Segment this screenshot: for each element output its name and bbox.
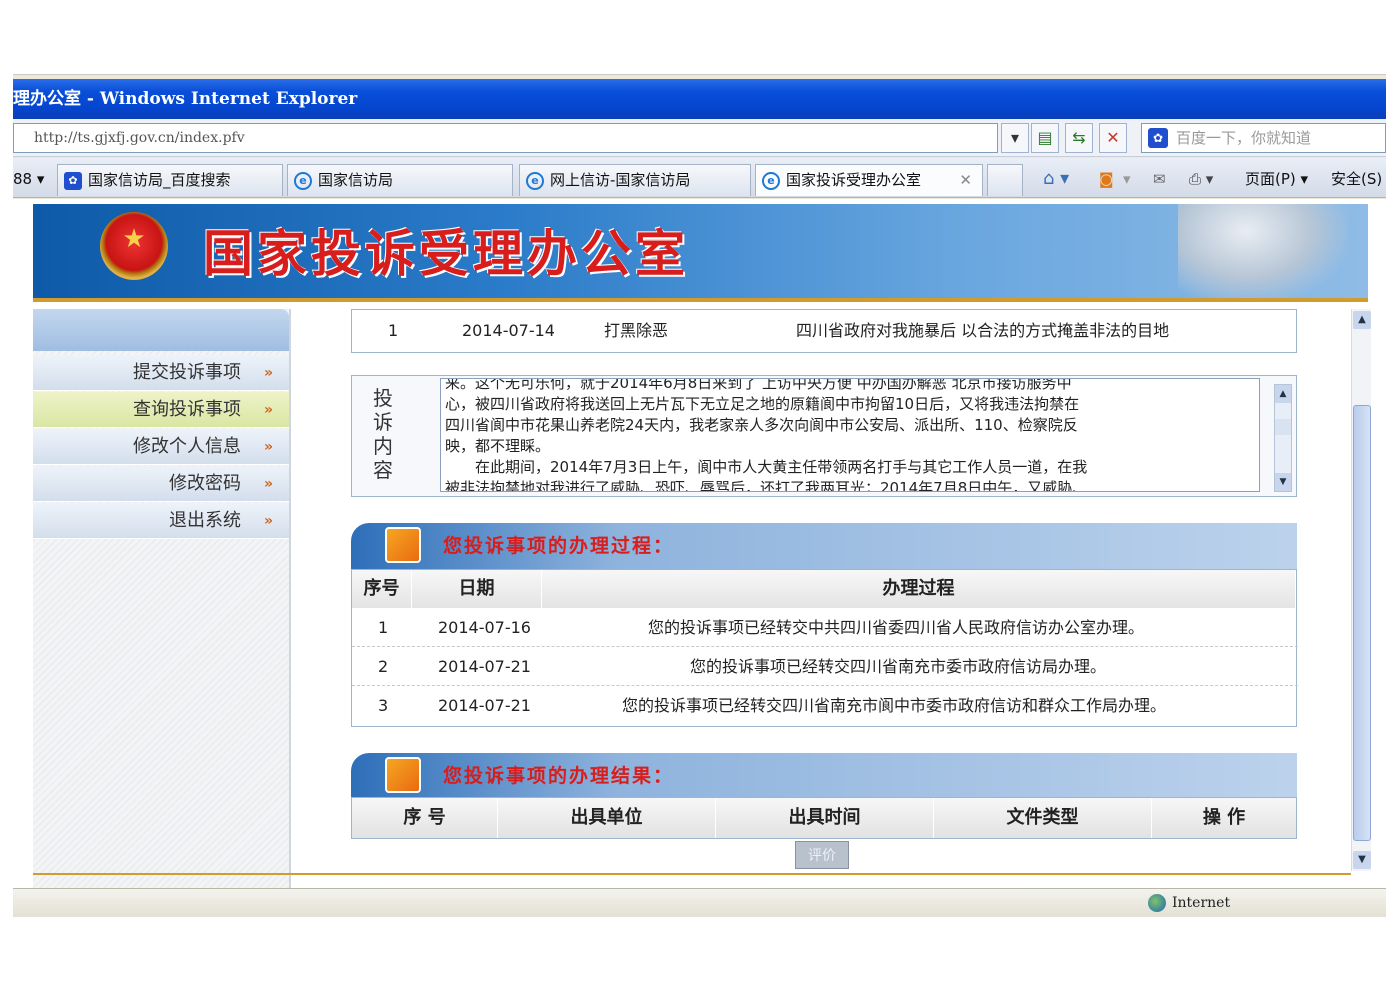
ie-icon: e xyxy=(526,172,544,190)
complaint-content-label: 投诉内容 xyxy=(373,386,393,482)
table-row: 1 2014-07-16 您的投诉事项已经转交中共四川省委四川省人民政府信访办公… xyxy=(352,608,1298,647)
window-title-bar[interactable]: 理办公室 - Windows Internet Explorer xyxy=(13,79,1386,119)
column-header-process: 办理过程 xyxy=(542,570,1296,608)
safety-menu[interactable]: 安全(S) xyxy=(1331,164,1382,194)
scroll-down-icon[interactable]: ▼ xyxy=(1353,851,1371,869)
process-section-header: 您投诉事项的办理过程： xyxy=(351,523,1297,569)
baidu-paw-icon: ✿ xyxy=(1148,128,1168,148)
complaint-date: 2014-07-14 xyxy=(462,321,555,340)
double-chevron-icon: » xyxy=(263,476,273,492)
table-row: 2 2014-07-21 您的投诉事项已经转交四川省南充市委市政府信访局办理。 xyxy=(352,647,1298,686)
page-viewport: ★ 国家投诉受理办公室 提交投诉事项» 查询投诉事项» 修改个人信息» 修改密码… xyxy=(13,199,1386,888)
feeds-icon[interactable]: ◙ xyxy=(1099,164,1114,194)
print-icon[interactable]: ⎙ ▾ xyxy=(1189,164,1213,194)
scroll-up-icon[interactable]: ▲ xyxy=(1353,311,1371,329)
site-banner: ★ 国家投诉受理办公室 xyxy=(33,204,1368,302)
mail-icon[interactable]: ✉ xyxy=(1153,164,1166,194)
security-zone[interactable]: Internet xyxy=(1148,889,1230,917)
search-input[interactable]: ✿ 百度一下，你就知道 xyxy=(1141,123,1386,153)
main-content: 1 2014-07-14 打黑除恶 四川省政府对我施暴后 以合法的方式掩盖非法的… xyxy=(351,309,1298,888)
sidebar-header xyxy=(33,309,289,351)
column-header-issuer: 出具单位 xyxy=(498,798,716,838)
page-footer-divider xyxy=(33,873,1351,875)
feeds-dropdown-icon[interactable]: ▾ xyxy=(1123,164,1131,194)
home-icon[interactable]: ⌂ ▾ xyxy=(1043,164,1069,194)
ie-window: 理办公室 - Windows Internet Explorer http://… xyxy=(13,74,1386,917)
quick-tabs-button[interactable]: 88 ▾ xyxy=(13,164,53,194)
ie-icon: e xyxy=(294,172,312,190)
tab-complaint-office[interactable]: e 国家投诉受理办公室 ✕ xyxy=(755,164,983,196)
window-title: 理办公室 - Windows Internet Explorer xyxy=(13,89,358,109)
column-header-file-type: 文件类型 xyxy=(934,798,1152,838)
scroll-thumb[interactable] xyxy=(1353,405,1371,841)
complaint-summary-row: 1 2014-07-14 打黑除恶 四川省政府对我施暴后 以合法的方式掩盖非法的… xyxy=(351,309,1297,353)
dropdown-icon[interactable]: ▾ xyxy=(1001,123,1029,153)
tab-baidu-search[interactable]: ✿ 国家信访局_百度搜索 xyxy=(57,164,283,196)
process-section-title: 您投诉事项的办理过程： xyxy=(443,535,675,557)
tab-gjxfj[interactable]: e 国家信访局 xyxy=(287,164,513,196)
double-chevron-icon: » xyxy=(263,439,273,455)
status-bar: Internet xyxy=(13,888,1386,917)
document-folder-icon xyxy=(385,527,421,563)
column-header-no: 序 号 xyxy=(352,798,498,838)
complaint-no: 1 xyxy=(388,321,399,340)
evaluate-button[interactable]: 评价 xyxy=(795,841,849,869)
column-header-issue-time: 出具时间 xyxy=(716,798,934,838)
document-folder-icon xyxy=(385,757,421,793)
nav-query-complaint[interactable]: 查询投诉事项» xyxy=(33,392,289,428)
address-bar: http://ts.gjxfj.gov.cn/index.pfv ▾ ▤ ⇆ ✕… xyxy=(13,119,1386,157)
sidebar: 提交投诉事项» 查询投诉事项» 修改个人信息» 修改密码» 退出系统» xyxy=(33,309,291,888)
nav-logout[interactable]: 退出系统» xyxy=(33,503,289,539)
complaint-content-box: 投诉内容 来。这个无可乐何，就于2014年6月8日来到了 上访中央方便 中办国办… xyxy=(351,375,1297,497)
page-scrollbar[interactable]: ▲ ▼ xyxy=(1351,309,1371,871)
page-menu[interactable]: 页面(P) ▾ xyxy=(1245,164,1308,194)
double-chevron-icon: » xyxy=(263,365,273,381)
scroll-up-icon[interactable]: ▲ xyxy=(1275,385,1291,403)
nav-change-password[interactable]: 修改密码» xyxy=(33,466,289,502)
column-header-no: 序号 xyxy=(352,570,412,608)
column-header-action: 操 作 xyxy=(1152,798,1296,838)
nav-submit-complaint[interactable]: 提交投诉事项» xyxy=(33,355,289,391)
complaint-subject: 四川省政府对我施暴后 以合法的方式掩盖非法的目地 xyxy=(796,321,1170,340)
scroll-down-icon[interactable]: ▼ xyxy=(1275,473,1291,491)
search-placeholder: 百度一下，你就知道 xyxy=(1176,129,1312,147)
nav-edit-profile[interactable]: 修改个人信息» xyxy=(33,429,289,465)
globe-icon xyxy=(1148,894,1166,912)
table-row: 3 2014-07-21 您的投诉事项已经转交四川省南充市阆中市委市政府信访和群… xyxy=(378,696,1167,715)
refresh-icon[interactable]: ⇆ xyxy=(1065,123,1093,153)
double-chevron-icon: » xyxy=(263,513,273,529)
tab-bar: 88 ▾ ✿ 国家信访局_百度搜索 e 国家信访局 e 网上信访-国家信访局 e… xyxy=(13,158,1386,198)
baidu-paw-icon: ✿ xyxy=(64,172,82,190)
process-table: 序号 日期 办理过程 1 2014-07-16 您的投诉事项已经转交中共四川省委… xyxy=(351,569,1298,727)
column-header-date: 日期 xyxy=(412,570,542,608)
tab-online-petition[interactable]: e 网上信访-国家信访局 xyxy=(519,164,751,196)
result-section-header: 您投诉事项的办理结果： xyxy=(351,753,1297,799)
ie-icon: e xyxy=(762,172,780,190)
double-chevron-icon: » xyxy=(263,402,273,418)
complaint-category: 打黑除恶 xyxy=(604,321,669,340)
close-tab-icon[interactable]: ✕ xyxy=(959,165,972,195)
complaint-content-textarea[interactable]: 来。这个无可乐何，就于2014年6月8日来到了 上访中央方便 中办国办解恶 北京… xyxy=(440,378,1260,492)
address-input[interactable]: http://ts.gjxfj.gov.cn/index.pfv xyxy=(13,123,998,153)
national-emblem-icon: ★ xyxy=(100,212,168,280)
site-title: 国家投诉受理办公室 xyxy=(203,224,689,283)
content-scrollbar[interactable]: ▲ ▼ xyxy=(1274,384,1292,492)
result-table: 序 号 出具单位 出具时间 文件类型 操 作 xyxy=(351,797,1297,839)
huabiao-pillar-image xyxy=(1178,204,1348,298)
new-tab-button[interactable] xyxy=(987,164,1023,196)
result-section-title: 您投诉事项的办理结果： xyxy=(443,765,675,787)
compatibility-icon[interactable]: ▤ xyxy=(1031,123,1059,153)
scroll-thumb[interactable] xyxy=(1275,419,1291,435)
stop-icon[interactable]: ✕ xyxy=(1099,123,1127,153)
